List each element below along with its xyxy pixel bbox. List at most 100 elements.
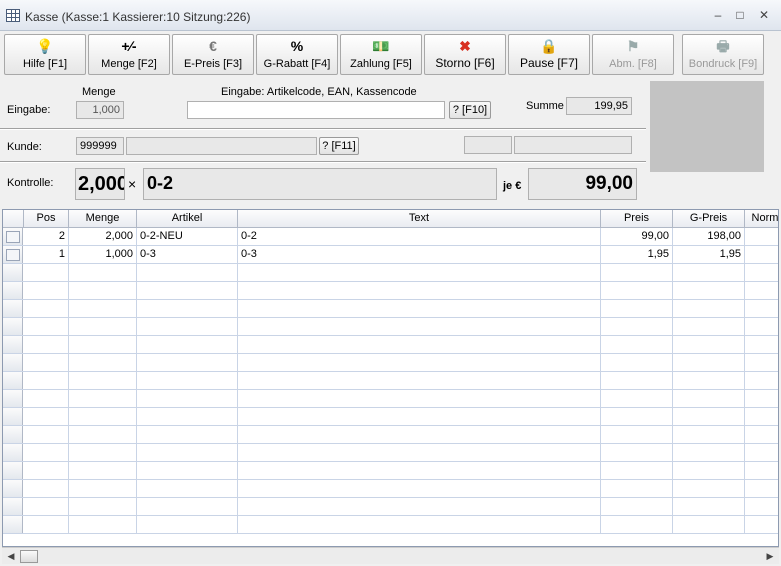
horizontal-scrollbar[interactable]: ◀ ▶ [2, 547, 779, 564]
row-selector[interactable] [3, 246, 23, 263]
row-selector[interactable] [3, 408, 23, 425]
discount-button-label: G-Rabatt [F4] [263, 58, 331, 70]
empty-table-row[interactable] [3, 336, 778, 354]
unit-price-button-label: E-Preis [F3] [183, 58, 243, 70]
empty-cell [745, 408, 778, 425]
empty-cell [69, 462, 137, 479]
row-selector[interactable] [3, 228, 23, 245]
empty-table-row[interactable] [3, 390, 778, 408]
table-row[interactable]: 1 1,000 0-3 0-3 1,95 1,95 [3, 246, 778, 264]
empty-table-row[interactable] [3, 462, 778, 480]
cell-quantity: 2,000 [69, 228, 137, 245]
cell-quantity: 1,000 [69, 246, 137, 263]
empty-table-row[interactable] [3, 372, 778, 390]
empty-cell [601, 498, 673, 515]
row-selector[interactable] [3, 372, 23, 389]
empty-table-row[interactable] [3, 408, 778, 426]
empty-table-row[interactable] [3, 318, 778, 336]
row-selector[interactable] [3, 300, 23, 317]
empty-table-row[interactable] [3, 264, 778, 282]
row-selector[interactable] [3, 390, 23, 407]
row-selector[interactable] [3, 264, 23, 281]
empty-table-row[interactable] [3, 444, 778, 462]
cancel-button[interactable]: ✖ Storno [F6] [424, 34, 506, 75]
empty-cell [601, 408, 673, 425]
row-selector[interactable] [3, 336, 23, 353]
column-header-norm[interactable]: Norm [745, 210, 778, 228]
column-header-quantity[interactable]: Menge [69, 210, 137, 228]
row-selector[interactable] [3, 426, 23, 443]
empty-table-row[interactable] [3, 354, 778, 372]
row-selector[interactable] [3, 318, 23, 335]
empty-table-row[interactable] [3, 480, 778, 498]
scroll-right-arrow-icon[interactable]: ▶ [764, 550, 776, 563]
separator [0, 128, 646, 130]
empty-cell [137, 390, 238, 407]
empty-table-row[interactable] [3, 498, 778, 516]
empty-cell [673, 408, 745, 425]
empty-cell [238, 444, 601, 461]
print-receipt-button-label: Bondruck [F9] [688, 58, 758, 70]
quantity-field[interactable]: 1,000 [76, 101, 124, 119]
row-selector[interactable] [3, 282, 23, 299]
print-receipt-button[interactable]: 🖶 Bondruck [F9] [682, 34, 764, 75]
empty-cell [745, 516, 778, 533]
row-selector[interactable] [3, 480, 23, 497]
empty-cell [601, 480, 673, 497]
empty-table-row[interactable] [3, 516, 778, 534]
empty-cell [238, 426, 601, 443]
pause-button[interactable]: 🔒 Pause [F7] [508, 34, 590, 75]
article-code-input[interactable] [187, 101, 445, 119]
customer-lookup-button[interactable]: ? [F11] [319, 137, 359, 155]
red-x-icon: ✖ [459, 38, 471, 54]
empty-cell [137, 426, 238, 443]
quantity-button[interactable]: +∕- Menge [F2] [88, 34, 170, 75]
help-button[interactable]: 💡 Hilfe [F1] [4, 34, 86, 75]
row-selector[interactable] [3, 516, 23, 533]
column-header-pos[interactable]: Pos [24, 210, 69, 228]
empty-cell [238, 372, 601, 389]
column-header-price[interactable]: Preis [601, 210, 673, 228]
entry-label: Eingabe: [7, 104, 51, 116]
empty-cell [745, 462, 778, 479]
payment-button[interactable]: 💵 Zahlung [F5] [340, 34, 422, 75]
empty-cell [673, 282, 745, 299]
empty-cell [24, 336, 69, 353]
scroll-left-arrow-icon[interactable]: ◀ [5, 550, 17, 563]
logout-button[interactable]: ⚑ Abm. [F8] [592, 34, 674, 75]
empty-cell [137, 462, 238, 479]
empty-cell [601, 444, 673, 461]
empty-table-row[interactable] [3, 300, 778, 318]
row-selector[interactable] [3, 354, 23, 371]
empty-cell [673, 462, 745, 479]
empty-cell [238, 354, 601, 371]
empty-table-row[interactable] [3, 426, 778, 444]
customer-extra-field-1 [464, 136, 512, 154]
column-header-total-price[interactable]: G-Preis [673, 210, 745, 228]
article-lookup-button[interactable]: ? [F10] [449, 101, 491, 119]
scrollbar-thumb[interactable] [20, 550, 38, 563]
cell-price: 99,00 [601, 228, 673, 245]
discount-button[interactable]: % G-Rabatt [F4] [256, 34, 338, 75]
customer-number-field[interactable]: 999999 [76, 137, 124, 155]
table-row[interactable]: 2 2,000 0-2-NEU 0-2 99,00 198,00 [3, 228, 778, 246]
empty-table-row[interactable] [3, 282, 778, 300]
maximize-button[interactable]: □ [731, 7, 749, 23]
per-unit-label: je € [503, 180, 522, 192]
empty-cell [69, 354, 137, 371]
row-selector[interactable] [3, 462, 23, 479]
pause-button-label: Pause [F7] [519, 56, 579, 70]
column-header-text[interactable]: Text [238, 210, 601, 228]
quantity-button-label: Menge [F2] [101, 58, 157, 70]
column-header-article[interactable]: Artikel [137, 210, 238, 228]
unit-price-button[interactable]: € E-Preis [F3] [172, 34, 254, 75]
cell-text: 0-2 [238, 228, 601, 245]
row-selector[interactable] [3, 444, 23, 461]
control-article: 0-2 [143, 168, 497, 200]
empty-cell [24, 444, 69, 461]
row-selector[interactable] [3, 498, 23, 515]
minimize-button[interactable]: – [709, 7, 727, 23]
empty-cell [238, 300, 601, 317]
close-button[interactable]: ✕ [755, 7, 773, 23]
items-table[interactable]: Pos Menge Artikel Text Preis G-Preis Nor… [2, 209, 779, 547]
